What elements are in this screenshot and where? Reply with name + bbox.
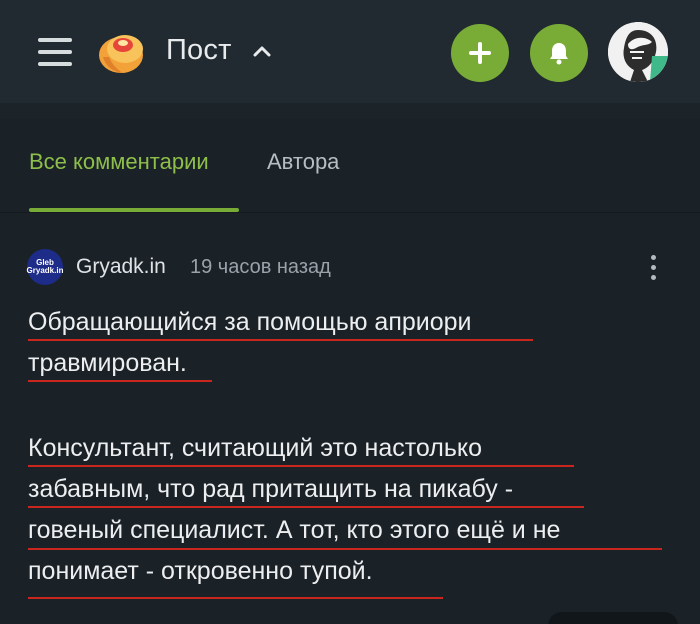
comment-line: Консультант, считающий это настолько	[28, 434, 483, 462]
tab-all-comments[interactable]: Все комментарии	[29, 149, 209, 175]
add-post-button[interactable]	[451, 24, 509, 82]
comment-line: забавным, что рад притащить на пикабу -	[28, 475, 514, 503]
user-avatar[interactable]	[608, 22, 668, 82]
top-app-bar: Пост	[0, 0, 700, 103]
bell-icon	[550, 43, 568, 65]
user-avatar-image	[608, 22, 668, 82]
red-underline	[28, 548, 662, 550]
floating-action-bar[interactable]	[548, 612, 678, 624]
comment-tabs: Все комментарии Автора	[0, 119, 700, 213]
red-underline	[28, 465, 574, 467]
comment-line: травмирован.	[28, 349, 187, 377]
pikabu-logo-icon[interactable]	[97, 27, 149, 77]
tab-author[interactable]: Автора	[267, 149, 339, 175]
comment-line: Обращающийся за помощью априори	[28, 308, 472, 336]
avatar-text-bottom: Gryadk.in	[26, 266, 64, 275]
comment-author-avatar[interactable]: Gleb Gryadk.in	[27, 249, 63, 285]
comment-line: говеный специалист. А тот, кто этого ещё…	[28, 516, 561, 544]
red-underline	[28, 339, 533, 341]
red-underline	[28, 597, 443, 599]
page-title[interactable]: Пост	[166, 34, 232, 67]
more-options-icon[interactable]	[648, 253, 658, 283]
comment-author[interactable]: Gryadk.in	[76, 255, 166, 279]
plus-icon	[469, 42, 491, 64]
hamburger-menu-icon[interactable]	[38, 36, 72, 68]
comment-line: понимает - откровенно тупой.	[28, 557, 373, 585]
comment-time: 19 часов назад	[190, 256, 331, 278]
red-underline	[28, 506, 584, 508]
red-underline	[28, 380, 212, 382]
active-tab-indicator	[29, 208, 239, 212]
header-divider	[0, 103, 700, 119]
notifications-button[interactable]	[530, 24, 588, 82]
chevron-up-icon[interactable]	[252, 44, 272, 58]
